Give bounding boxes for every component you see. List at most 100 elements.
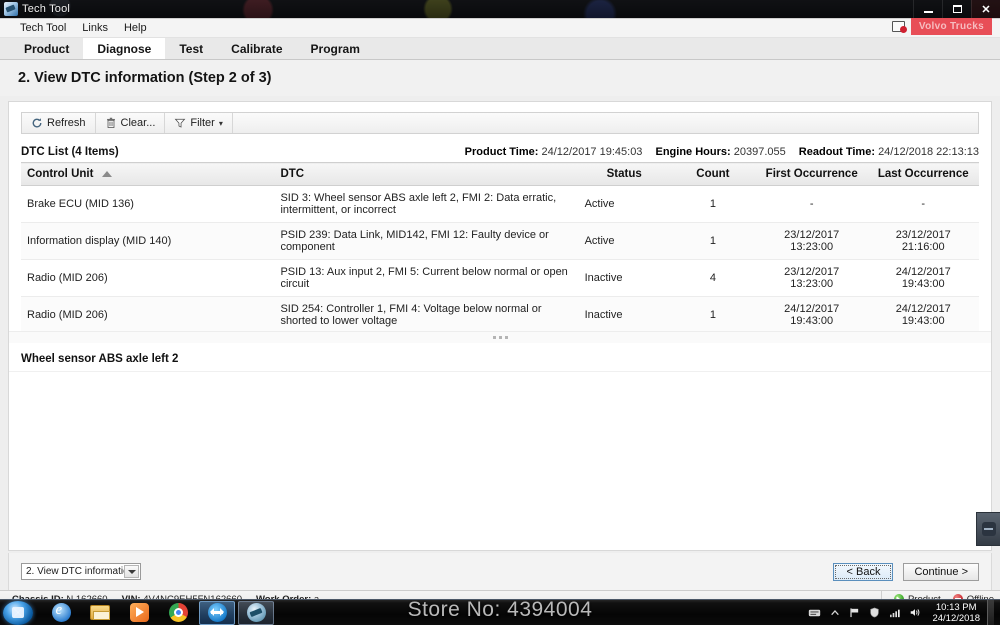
- volume-icon[interactable]: [908, 606, 921, 619]
- tab-program[interactable]: Program: [297, 38, 374, 59]
- back-button[interactable]: < Back: [833, 562, 894, 581]
- taskbar-clock[interactable]: 10:13 PM 24/12/2018: [928, 602, 980, 624]
- tab-product[interactable]: Product: [10, 38, 83, 59]
- tech-tool-icon: [246, 603, 266, 622]
- cell-status: Inactive: [578, 296, 670, 334]
- page-header: 2. View DTC information (Step 2 of 3): [0, 60, 1000, 96]
- column-header-count[interactable]: Count: [669, 162, 756, 186]
- taskbar-item-tech-tool[interactable]: [238, 600, 274, 625]
- tab-test[interactable]: Test: [165, 38, 217, 59]
- refresh-icon: [31, 117, 43, 129]
- cell-last-occurrence: -: [867, 185, 979, 223]
- dtc-table: Control Unit DTC Status Count First Occu…: [21, 162, 979, 334]
- clock-date: 24/12/2018: [932, 612, 980, 624]
- cell-last-occurrence: 23/12/2017 21:16:00: [867, 222, 979, 260]
- menu-item-links[interactable]: Links: [74, 20, 116, 36]
- cell-count: 1: [669, 185, 756, 223]
- cell-last-occurrence: 24/12/2017 19:43:00: [867, 296, 979, 334]
- cell-control-unit: Brake ECU (MID 136): [21, 185, 275, 223]
- system-tray: 10:13 PM 24/12/2018: [808, 599, 1000, 625]
- start-button[interactable]: [3, 600, 33, 625]
- cell-first-occurrence: 23/12/2017 13:23:00: [755, 222, 868, 260]
- clock-time: 10:13 PM: [935, 601, 977, 613]
- teamviewer-side-widget[interactable]: [976, 512, 1000, 546]
- step-select[interactable]: 2. View DTC information: [21, 563, 141, 580]
- column-header-last-occurrence[interactable]: Last Occurrence: [867, 162, 979, 186]
- show-desktop-button[interactable]: [987, 599, 994, 625]
- cell-control-unit: Radio (MID 206): [21, 296, 275, 334]
- table-row[interactable]: Radio (MID 206) PSID 13: Aux input 2, FM…: [21, 259, 979, 297]
- security-shield-icon[interactable]: [868, 606, 881, 619]
- pane-splitter[interactable]: [9, 331, 991, 343]
- clear-label: Clear...: [120, 117, 156, 129]
- filter-button[interactable]: Filter ▾: [165, 113, 233, 133]
- folder-icon: [90, 605, 110, 620]
- volvo-trucks-logo: Volvo Trucks: [910, 18, 992, 35]
- dtc-list-title: DTC List (4 Items): [21, 146, 119, 158]
- table-row[interactable]: Brake ECU (MID 136) SID 3: Wheel sensor …: [21, 185, 979, 223]
- action-center-flag-icon[interactable]: [848, 606, 861, 619]
- menu-bar: Tech Tool Links Help Volvo Trucks: [0, 18, 1000, 38]
- brand-area: Volvo Trucks: [891, 18, 992, 35]
- menu-item-help[interactable]: Help: [116, 20, 155, 36]
- sort-ascending-icon: [101, 170, 112, 177]
- application-window: Tech Tool Links Help Volvo Trucks Produc…: [0, 18, 1000, 591]
- cell-dtc: PSID 13: Aux input 2, FMI 5: Current bel…: [274, 259, 579, 297]
- show-hidden-icons-icon[interactable]: [828, 606, 841, 619]
- cell-dtc: PSID 239: Data Link, MID142, FMI 12: Fau…: [274, 222, 579, 260]
- network-signal-icon[interactable]: [888, 606, 901, 619]
- cell-last-occurrence: 24/12/2017 19:43:00: [867, 259, 979, 297]
- menu-item-tech-tool[interactable]: Tech Tool: [12, 20, 74, 36]
- user-connection-icon[interactable]: [891, 20, 907, 33]
- readout-time-label: Readout Time:: [798, 146, 875, 158]
- continue-button[interactable]: Continue >: [903, 562, 979, 581]
- clear-button[interactable]: Clear...: [96, 113, 166, 133]
- table-row[interactable]: Information display (MID 140) PSID 239: …: [21, 222, 979, 260]
- table-row[interactable]: Radio (MID 206) SID 254: Controller 1, F…: [21, 296, 979, 334]
- taskbar-items: [43, 600, 274, 625]
- minimize-icon: [923, 10, 933, 13]
- close-button[interactable]: ✕: [971, 0, 1000, 18]
- taskbar-item-windows-explorer[interactable]: [82, 601, 118, 625]
- readout-time-value: 24/12/2018 22:13:13: [878, 146, 979, 158]
- column-header-status[interactable]: Status: [578, 162, 670, 186]
- screen: Tech Tool ✕ Tech Tool Links Help Volvo T…: [0, 0, 1000, 625]
- primary-tabs[interactable]: Product Diagnose Test Calibrate Program: [0, 38, 1000, 60]
- chevron-down-icon[interactable]: [124, 565, 139, 578]
- tab-calibrate[interactable]: Calibrate: [217, 38, 296, 59]
- dtc-list-header: DTC List (4 Items) Product Time: 24/12/2…: [21, 146, 979, 162]
- taskbar-item-media-player[interactable]: [121, 601, 157, 625]
- column-header-control-unit[interactable]: Control Unit: [21, 162, 275, 186]
- maximize-icon: [952, 5, 962, 13]
- cell-first-occurrence: 23/12/2017 13:23:00: [755, 259, 868, 297]
- step-select-value: 2. View DTC information: [26, 566, 135, 577]
- window-titlebar[interactable]: Tech Tool ✕: [0, 0, 1000, 18]
- control-unit-label: Control Unit: [27, 168, 94, 180]
- taskbar-item-teamviewer[interactable]: [199, 600, 235, 625]
- cell-status: Inactive: [578, 259, 670, 297]
- maximize-button[interactable]: [942, 0, 971, 18]
- cell-dtc: SID 254: Controller 1, FMI 4: Voltage be…: [274, 296, 579, 334]
- trash-icon: [105, 117, 117, 129]
- dtc-table-header: Control Unit DTC Status Count First Occu…: [21, 162, 979, 186]
- column-header-first-occurrence[interactable]: First Occurrence: [755, 162, 868, 186]
- engine-hours-value: 20397.055: [733, 146, 786, 158]
- content-card: Refresh Clear... Filter ▾ DTC List (4 It…: [8, 101, 992, 551]
- column-header-dtc[interactable]: DTC: [274, 162, 579, 186]
- windows-logo-icon: [12, 606, 24, 618]
- keyboard-icon[interactable]: [808, 606, 821, 619]
- cell-control-unit: Information display (MID 140): [21, 222, 275, 260]
- dtc-header-row: Control Unit DTC Status Count First Occu…: [21, 162, 979, 186]
- taskbar-item-google-chrome[interactable]: [160, 601, 196, 625]
- taskbar-item-internet-explorer[interactable]: [43, 601, 79, 625]
- refresh-button[interactable]: Refresh: [22, 113, 96, 133]
- window-controls[interactable]: ✕: [913, 0, 1000, 18]
- product-time-value: 24/12/2017 19:45:03: [541, 146, 643, 158]
- dtc-toolbar[interactable]: Refresh Clear... Filter ▾: [21, 112, 979, 134]
- cell-count: 1: [669, 296, 756, 334]
- cell-control-unit: Radio (MID 206): [21, 259, 275, 297]
- funnel-icon: [174, 117, 186, 129]
- tab-diagnose[interactable]: Diagnose: [83, 38, 166, 59]
- minimize-button[interactable]: [913, 0, 942, 18]
- window-title: Tech Tool: [22, 3, 71, 15]
